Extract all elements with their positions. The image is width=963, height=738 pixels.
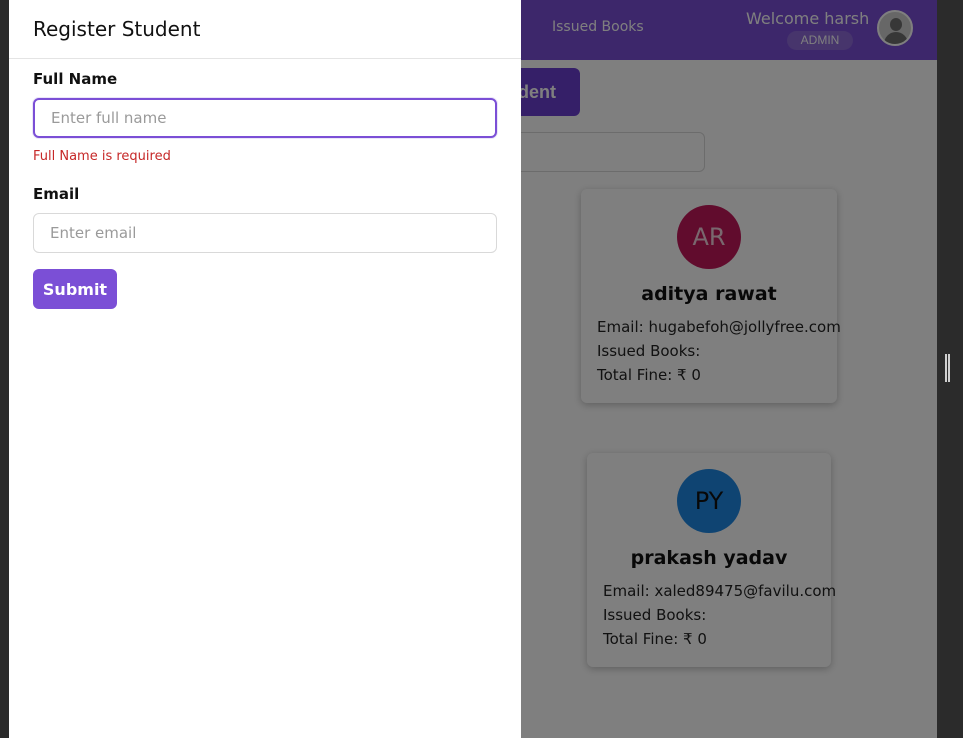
full-name-error: Full Name is required bbox=[33, 149, 171, 164]
drawer-header: Register Student bbox=[9, 0, 521, 59]
email-label: Email bbox=[33, 185, 80, 203]
full-name-input[interactable] bbox=[33, 98, 497, 138]
full-name-label: Full Name bbox=[33, 70, 118, 88]
resize-handle-icon[interactable] bbox=[945, 354, 950, 382]
window-right-edge bbox=[937, 0, 963, 738]
drawer-title: Register Student bbox=[33, 17, 201, 41]
register-student-drawer: Register Student Full Name Full Name is … bbox=[9, 0, 521, 738]
submit-button[interactable]: Submit bbox=[33, 269, 117, 309]
window-left-edge bbox=[0, 0, 9, 738]
email-input[interactable] bbox=[33, 213, 497, 253]
